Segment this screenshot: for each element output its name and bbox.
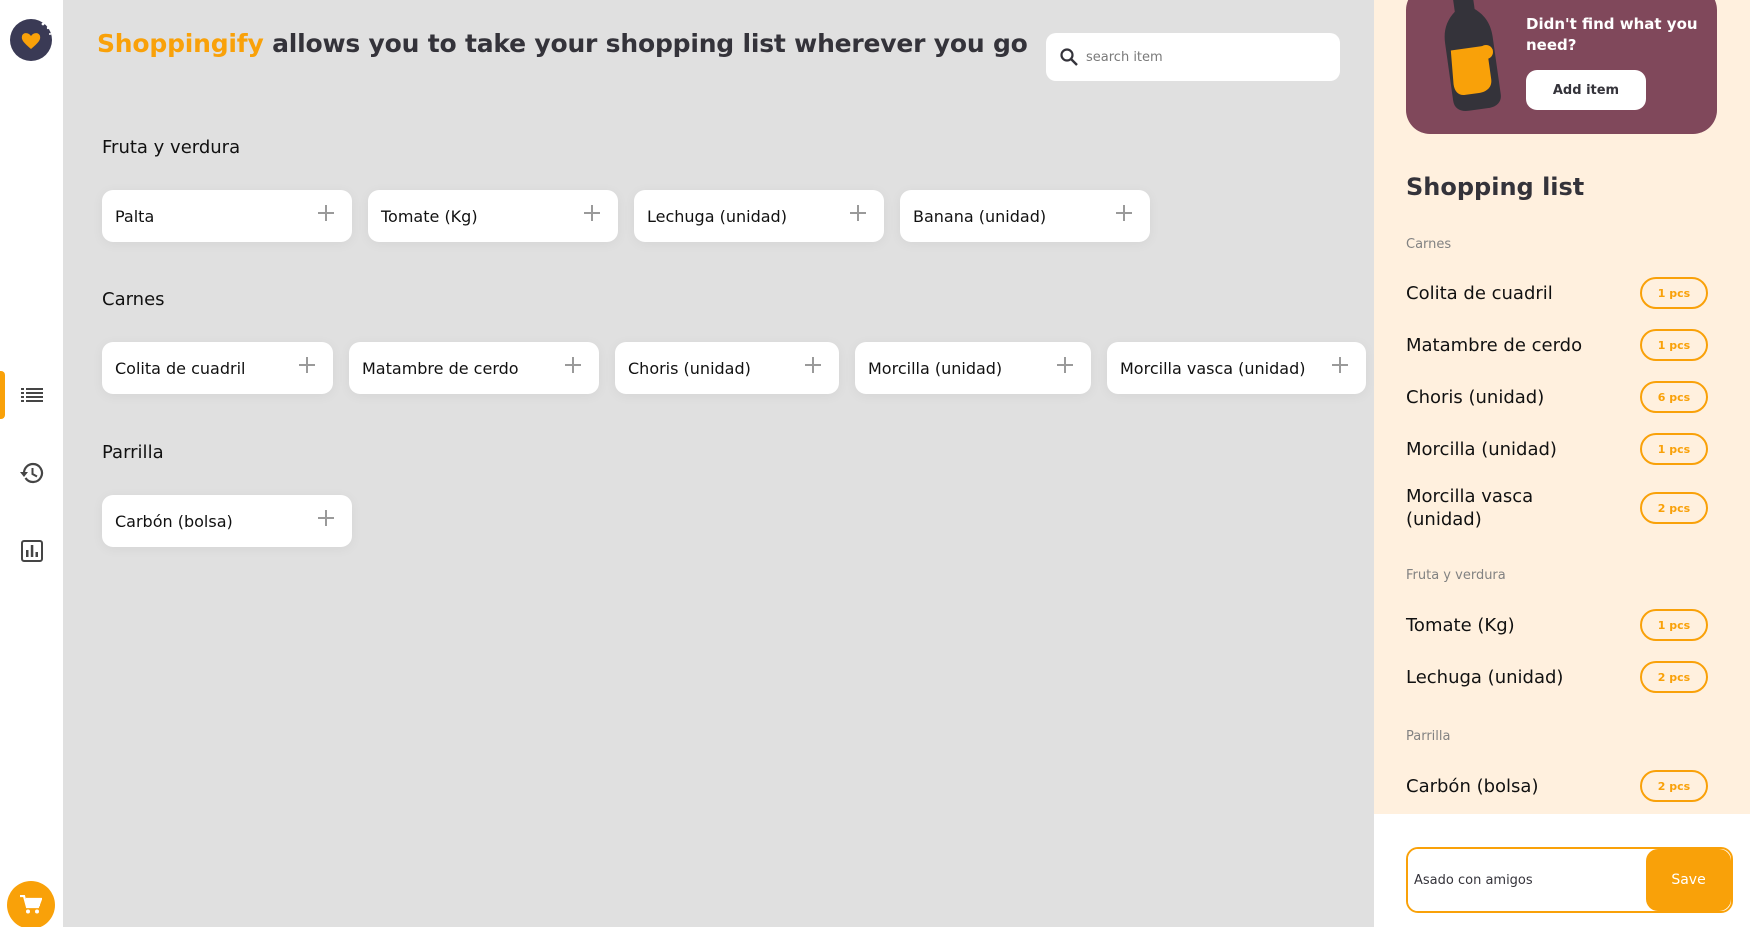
search-input[interactable] xyxy=(1086,49,1326,65)
list-item: Colita de cuadril 1 pcs xyxy=(1406,277,1708,309)
nav-item-history[interactable] xyxy=(0,449,63,497)
add-item-promo: Didn't find what you need? Add item xyxy=(1406,0,1717,134)
add-item-icon[interactable] xyxy=(565,357,581,373)
page-title: Shoppingify allows you to take your shop… xyxy=(97,29,1028,58)
shopping-list-title: Shopping list xyxy=(1406,173,1585,201)
item-card[interactable]: Lechuga (unidad) xyxy=(634,190,884,242)
add-item-icon[interactable] xyxy=(299,357,315,373)
list-name-input[interactable] xyxy=(1408,849,1646,911)
item-name: Banana (unidad) xyxy=(913,206,1047,226)
bottle-icon xyxy=(1444,0,1501,112)
quantity-badge[interactable]: 1 pcs xyxy=(1640,609,1708,641)
add-item-icon[interactable] xyxy=(1057,357,1073,373)
main-content: Shoppingify allows you to take your shop… xyxy=(63,0,1374,927)
list-item-name: Tomate (Kg) xyxy=(1406,614,1515,636)
item-name: Morcilla vasca (unidad) xyxy=(1120,358,1306,378)
save-list-form: Save xyxy=(1406,847,1733,913)
list-item: Carbón (bolsa) 2 pcs xyxy=(1406,770,1708,802)
quantity-badge[interactable]: 6 pcs xyxy=(1640,381,1708,413)
list-item-name: Lechuga (unidad) xyxy=(1406,666,1564,688)
search-box xyxy=(1046,33,1340,81)
item-card[interactable]: Banana (unidad) xyxy=(900,190,1150,242)
add-item-icon[interactable] xyxy=(1332,357,1348,373)
list-group-title: Carnes xyxy=(1406,237,1452,252)
promo-text: Didn't find what you need? xyxy=(1526,15,1698,54)
list-item: Morcilla (unidad) 1 pcs xyxy=(1406,433,1708,465)
nav-item-list[interactable] xyxy=(0,371,63,419)
list-item: Choris (unidad) 6 pcs xyxy=(1406,381,1708,413)
search-icon xyxy=(1060,48,1078,66)
page-tagline: allows you to take your shopping list wh… xyxy=(263,29,1028,58)
item-card[interactable]: Carbón (bolsa) xyxy=(102,495,352,547)
item-name: Carbón (bolsa) xyxy=(115,511,233,531)
add-item-icon[interactable] xyxy=(318,205,334,221)
item-name: Tomate (Kg) xyxy=(381,206,478,226)
list-item-name: Carbón (bolsa) xyxy=(1406,775,1539,797)
add-item-icon[interactable] xyxy=(805,357,821,373)
item-name: Choris (unidad) xyxy=(628,358,751,378)
list-group-title: Fruta y verdura xyxy=(1406,568,1506,583)
nav-item-statistics[interactable] xyxy=(0,527,63,575)
item-name: Colita de cuadril xyxy=(115,358,246,378)
item-card[interactable]: Palta xyxy=(102,190,352,242)
save-list-bar: Save xyxy=(1374,814,1750,927)
add-item-icon[interactable] xyxy=(850,205,866,221)
item-card[interactable]: Matambre de cerdo xyxy=(349,342,599,394)
add-item-icon[interactable] xyxy=(584,205,600,221)
list-item-name: Colita de cuadril xyxy=(1406,282,1553,304)
category-title: Parrilla xyxy=(102,442,164,463)
quantity-badge[interactable]: 2 pcs xyxy=(1640,661,1708,693)
category-title: Carnes xyxy=(102,289,165,310)
list-item: Matambre de cerdo 1 pcs xyxy=(1406,329,1708,361)
brand-name: Shoppingify xyxy=(97,29,264,58)
item-card[interactable]: Morcilla vasca (unidad) xyxy=(1107,342,1366,394)
side-navigation xyxy=(0,0,63,927)
item-card[interactable]: Tomate (Kg) xyxy=(368,190,618,242)
save-button[interactable]: Save xyxy=(1646,849,1731,911)
list-item-name: Choris (unidad) xyxy=(1406,386,1545,408)
item-card[interactable]: Morcilla (unidad) xyxy=(855,342,1091,394)
quantity-badge[interactable]: 1 pcs xyxy=(1640,433,1708,465)
item-name: Palta xyxy=(115,206,155,226)
category-title: Fruta y verdura xyxy=(102,137,241,158)
item-card[interactable]: Colita de cuadril xyxy=(102,342,333,394)
list-icon xyxy=(20,388,43,402)
list-group-title: Parrilla xyxy=(1406,729,1451,744)
item-card[interactable]: Choris (unidad) xyxy=(615,342,839,394)
cart-button[interactable] xyxy=(7,881,55,927)
add-item-icon[interactable] xyxy=(318,510,334,526)
list-item-name: Morcilla vasca (unidad) xyxy=(1406,486,1534,530)
item-name: Morcilla (unidad) xyxy=(868,358,1003,378)
item-name: Matambre de cerdo xyxy=(362,358,519,378)
bar-chart-icon xyxy=(20,540,43,562)
list-item-name: Morcilla (unidad) xyxy=(1406,438,1557,460)
quantity-badge[interactable]: 1 pcs xyxy=(1640,277,1708,309)
list-item: Morcilla vasca (unidad) 2 pcs xyxy=(1406,485,1708,531)
list-item: Tomate (Kg) 1 pcs xyxy=(1406,609,1708,641)
add-item-button[interactable]: Add item xyxy=(1526,70,1646,110)
quantity-badge[interactable]: 1 pcs xyxy=(1640,329,1708,361)
list-item-name: Matambre de cerdo xyxy=(1406,334,1583,356)
item-name: Lechuga (unidad) xyxy=(647,206,787,226)
list-item: Lechuga (unidad) 2 pcs xyxy=(1406,661,1708,693)
add-item-icon[interactable] xyxy=(1116,205,1132,221)
history-icon xyxy=(19,462,43,484)
shopping-list-panel: Didn't find what you need? Add item Shop… xyxy=(1374,0,1750,814)
heart-logo-icon[interactable] xyxy=(10,19,52,61)
quantity-badge[interactable]: 2 pcs xyxy=(1640,492,1708,524)
shopping-cart-icon xyxy=(20,895,42,914)
quantity-badge[interactable]: 2 pcs xyxy=(1640,770,1708,802)
